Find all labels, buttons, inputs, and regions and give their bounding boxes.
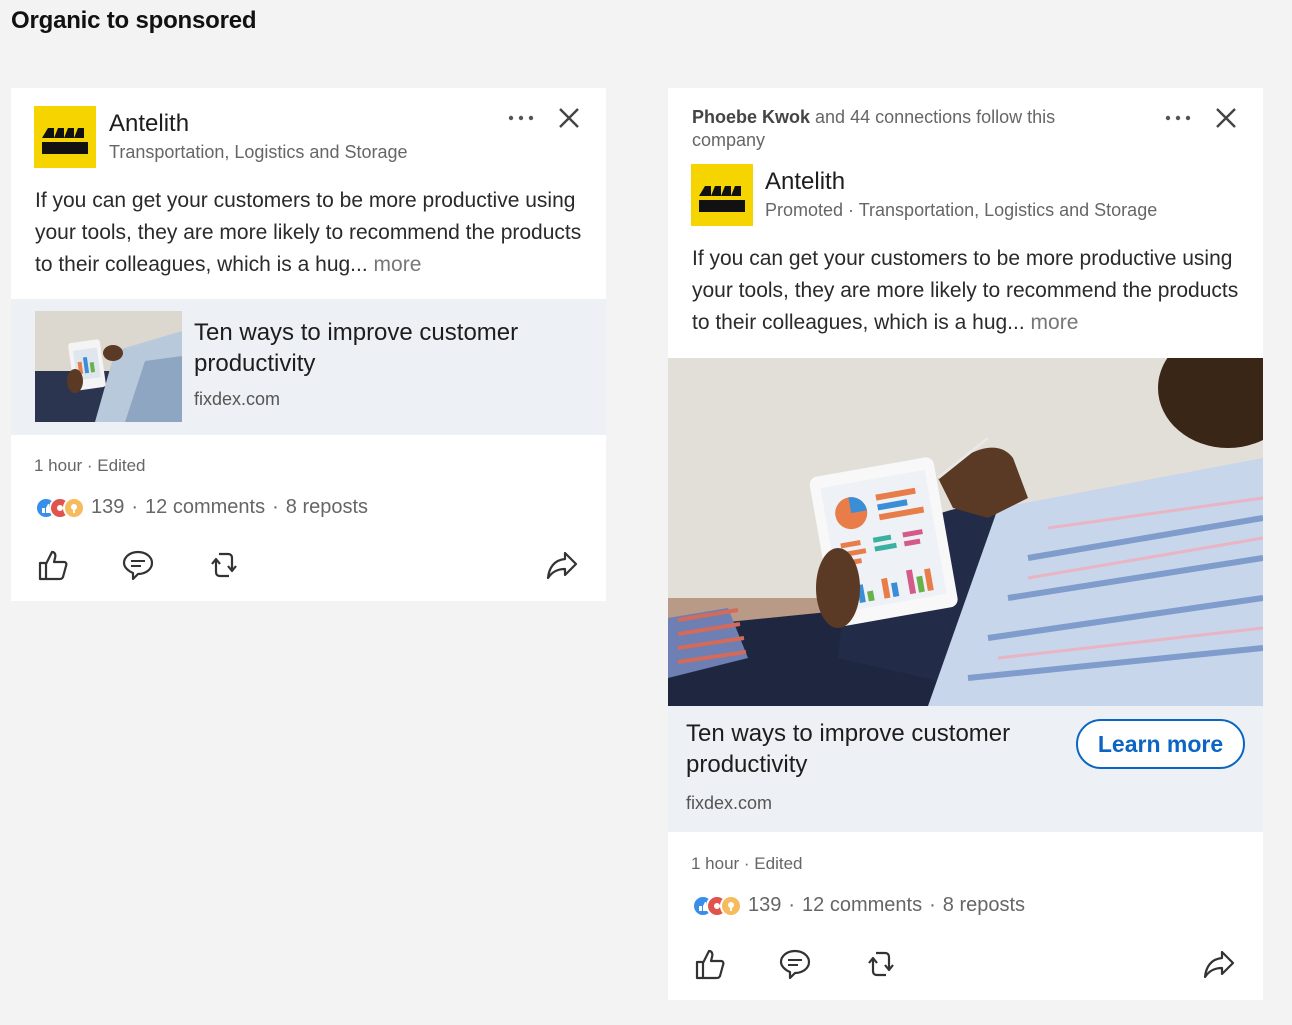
link-preview[interactable]: Ten ways to improve customer productivit… xyxy=(11,299,606,435)
company-name[interactable]: Antelith xyxy=(765,168,845,196)
separator: · xyxy=(929,894,936,916)
social-proof: Phoebe Kwok and 44 connections follow th… xyxy=(692,106,1112,152)
close-icon[interactable] xyxy=(1211,103,1241,133)
post-body-text: If you can get your customers to be more… xyxy=(692,247,1239,334)
post-body-text: If you can get your customers to be more… xyxy=(35,189,582,276)
more-dots-icon[interactable] xyxy=(1163,103,1193,133)
reaction-count: 139 xyxy=(91,496,125,518)
send-button[interactable] xyxy=(542,545,582,585)
link-preview[interactable]: Ten ways to improve customer productivit… xyxy=(668,706,1263,832)
page-title: Organic to sponsored xyxy=(11,7,257,34)
thumbs-up-icon xyxy=(695,949,725,980)
send-icon xyxy=(1203,950,1235,979)
factory-logo-icon xyxy=(34,106,96,168)
send-icon xyxy=(546,551,578,580)
learn-more-button[interactable]: Learn more xyxy=(1076,719,1245,769)
repost-count[interactable]: 8 reposts xyxy=(943,894,1025,917)
repost-icon xyxy=(868,951,894,977)
see-more-link[interactable]: more xyxy=(1031,311,1079,334)
article-domain: fixdex.com xyxy=(194,389,281,409)
insightful-reaction-icon xyxy=(720,894,742,917)
post-body: If you can get your customers to be more… xyxy=(35,185,595,281)
organic-post-card: Antelith Transportation, Logistics and S… xyxy=(11,88,606,601)
like-button[interactable] xyxy=(33,545,73,585)
close-icon[interactable] xyxy=(554,103,584,133)
separator: · xyxy=(131,496,139,518)
comment-count[interactable]: 12 comments xyxy=(145,496,265,519)
factory-logo-icon xyxy=(691,164,753,226)
post-timestamp: 1 hour · Edited xyxy=(34,456,146,475)
comment-icon xyxy=(779,949,811,980)
reactions-row[interactable]: 139 · 12 comments · 8 reposts xyxy=(692,894,1025,917)
repost-button[interactable] xyxy=(204,545,244,585)
insightful-reaction-icon xyxy=(63,496,85,519)
reaction-icons xyxy=(35,496,85,519)
separator: · xyxy=(788,894,796,916)
repost-icon xyxy=(211,552,237,578)
article-title[interactable]: Ten ways to improve customer productivit… xyxy=(686,718,1056,780)
company-subtitle: Transportation, Logistics and Storage xyxy=(109,142,408,162)
article-title[interactable]: Ten ways to improve customer productivit… xyxy=(194,317,584,379)
sponsored-post-card: Phoebe Kwok and 44 connections follow th… xyxy=(668,88,1263,1000)
article-domain: fixdex.com xyxy=(686,793,773,813)
reaction-count: 139 xyxy=(748,894,782,916)
article-thumbnail xyxy=(35,311,182,422)
company-subtitle: Promoted · Transportation, Logistics and… xyxy=(765,200,1158,220)
comment-button[interactable] xyxy=(118,545,158,585)
connection-name[interactable]: Phoebe Kwok xyxy=(692,107,810,127)
send-button[interactable] xyxy=(1199,944,1239,984)
company-logo[interactable] xyxy=(691,164,753,226)
comment-icon xyxy=(122,550,154,581)
see-more-link[interactable]: more xyxy=(374,253,422,276)
post-body: If you can get your customers to be more… xyxy=(692,243,1252,339)
post-timestamp: 1 hour · Edited xyxy=(691,854,803,873)
repost-count[interactable]: 8 reposts xyxy=(286,496,368,519)
more-dots-icon[interactable] xyxy=(506,103,536,133)
company-logo[interactable] xyxy=(34,106,96,168)
comment-button[interactable] xyxy=(775,944,815,984)
comment-count[interactable]: 12 comments xyxy=(802,894,922,917)
like-button[interactable] xyxy=(690,944,730,984)
separator: · xyxy=(272,496,279,518)
company-name[interactable]: Antelith xyxy=(109,110,189,138)
reaction-icons xyxy=(692,894,742,917)
thumbs-up-icon xyxy=(38,550,68,581)
repost-button[interactable] xyxy=(861,944,901,984)
article-hero-image[interactable] xyxy=(668,358,1263,706)
reactions-row[interactable]: 139 · 12 comments · 8 reposts xyxy=(35,496,368,519)
